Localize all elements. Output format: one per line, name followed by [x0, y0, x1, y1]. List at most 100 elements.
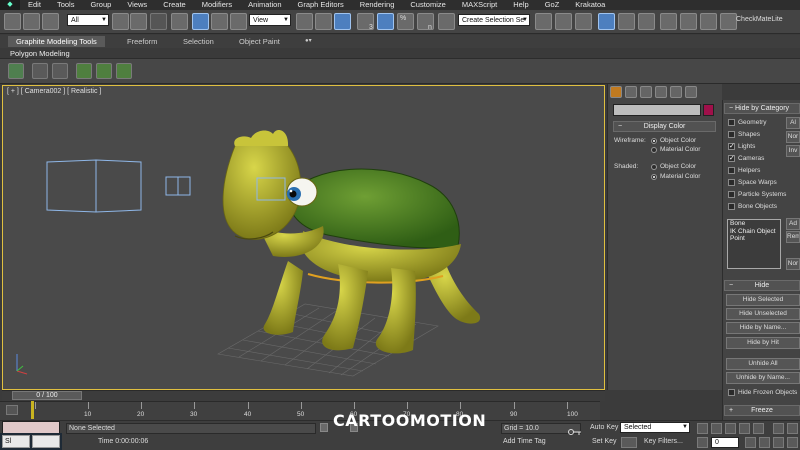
none-button[interactable]: Nor	[786, 131, 800, 143]
space-warps-checkbox[interactable]	[728, 179, 735, 186]
material-editor-icon[interactable]	[660, 13, 677, 30]
layer-manager-icon[interactable]	[575, 13, 592, 30]
display-tab-icon[interactable]	[670, 86, 682, 98]
menu-help[interactable]: Help	[505, 0, 536, 10]
render-teapot-icon[interactable]	[720, 13, 737, 30]
reference-coord-dropdown[interactable]: View ▼	[249, 14, 291, 26]
utilities-tab-icon[interactable]	[685, 86, 697, 98]
invert-button[interactable]: Inv	[786, 145, 800, 157]
undo-icon[interactable]	[4, 13, 21, 30]
window-crossing-icon[interactable]	[171, 13, 188, 30]
manipulate-icon[interactable]	[315, 13, 332, 30]
track-bar[interactable]: 10 20 30 40 50 60 70 80 90 100	[0, 401, 600, 420]
zoom-icon[interactable]	[773, 423, 784, 434]
freeze-rollout-header[interactable]: + Freeze	[724, 405, 800, 416]
select-in-layer-icon[interactable]	[76, 63, 92, 79]
add-category-button[interactable]: Ad	[786, 218, 800, 230]
hide-rollout-header[interactable]: − Hide	[724, 280, 800, 291]
select-by-name-icon[interactable]	[130, 13, 147, 30]
mirror-icon[interactable]	[535, 13, 552, 30]
motion-tab-icon[interactable]	[655, 86, 667, 98]
rendered-frame-icon[interactable]	[700, 13, 717, 30]
unhide-by-name-button[interactable]: Unhide by Name...	[726, 372, 800, 384]
hierarchy-tab-icon[interactable]	[640, 86, 652, 98]
tab-graphite-modeling-tools[interactable]: Graphite Modeling Tools	[8, 36, 105, 47]
menu-edit[interactable]: Edit	[20, 0, 49, 10]
go-to-end-icon[interactable]	[753, 423, 764, 434]
tab-selection[interactable]: Selection	[183, 37, 214, 46]
select-object-icon[interactable]	[112, 13, 129, 30]
angle-snap-icon[interactable]	[377, 13, 394, 30]
particle-systems-checkbox[interactable]	[728, 191, 735, 198]
tab-object-paint[interactable]: Object Paint	[239, 37, 280, 46]
graphite-toggle-icon[interactable]	[598, 13, 615, 30]
select-rotate-icon[interactable]	[211, 13, 228, 30]
shaded-object-color-radio[interactable]	[651, 164, 657, 170]
select-move-icon[interactable]	[192, 13, 209, 30]
maximize-viewport-icon[interactable]	[787, 437, 798, 448]
menu-animation[interactable]: Animation	[240, 0, 289, 10]
menu-goz[interactable]: GoZ	[537, 0, 568, 10]
create-tab-icon[interactable]	[610, 86, 622, 98]
wireframe-object-color-radio[interactable]	[651, 138, 657, 144]
zoom-extents-icon[interactable]	[787, 423, 798, 434]
pan-view-icon[interactable]	[759, 437, 770, 448]
all-button[interactable]: Al	[786, 117, 800, 129]
cameras-checkbox[interactable]: ✓	[728, 155, 735, 162]
lights-checkbox[interactable]: ✓	[728, 143, 735, 150]
unhide-all-button[interactable]: Unhide All	[726, 358, 800, 370]
object-color-swatch[interactable]	[703, 104, 714, 116]
menu-krakatoa[interactable]: Krakatoa	[567, 0, 613, 10]
time-config-icon[interactable]	[745, 437, 756, 448]
hide-selected-button[interactable]: Hide Selected	[726, 294, 800, 306]
object-name-field[interactable]	[613, 104, 701, 116]
menu-group[interactable]: Group	[82, 0, 119, 10]
taskbar-window-button[interactable]	[32, 435, 60, 448]
hide-unselected-button[interactable]: Hide Unselected	[726, 308, 800, 320]
schematic-view-icon[interactable]	[638, 13, 655, 30]
key-icon[interactable]	[568, 428, 582, 436]
menu-rendering[interactable]: Rendering	[352, 0, 403, 10]
wireframe-material-color-radio[interactable]	[651, 147, 657, 153]
next-frame-icon[interactable]	[739, 423, 750, 434]
polygon-modeling-label[interactable]: Polygon Modeling	[10, 49, 70, 58]
menu-graph-editors[interactable]: Graph Editors	[290, 0, 352, 10]
none-category-button[interactable]: Nor	[786, 258, 800, 270]
viewport-label[interactable]: [ + ] [ Camera002 ] [ Realistic ]	[7, 88, 101, 95]
key-mode-dropdown[interactable]: Selected ▼	[620, 422, 690, 433]
geometry-checkbox[interactable]	[728, 119, 735, 126]
display-color-rollout-header[interactable]: − Display Color	[613, 121, 716, 132]
create-layer-icon[interactable]	[32, 63, 48, 79]
key-filters-button[interactable]: Key Filters...	[644, 438, 683, 445]
playhead-marker[interactable]	[31, 401, 34, 419]
list-item[interactable]: IK Chain Object	[728, 228, 780, 236]
keyboard-shortcut-icon[interactable]	[334, 13, 351, 30]
selection-filter-dropdown[interactable]: All ▼	[67, 14, 109, 26]
hide-by-category-header[interactable]: − Hide by Category	[724, 103, 800, 114]
time-slider-handle[interactable]: 0 / 100	[12, 391, 82, 400]
track-bar-menu-icon[interactable]	[6, 405, 18, 415]
bone-objects-checkbox[interactable]	[728, 203, 735, 210]
menu-tools[interactable]: Tools	[49, 0, 83, 10]
ribbon-options-icon[interactable]: ●▾	[305, 37, 312, 44]
auto-key-button[interactable]: Auto Key	[590, 424, 618, 431]
pivot-center-icon[interactable]	[296, 13, 313, 30]
menu-maxscript[interactable]: MAXScript	[454, 0, 505, 10]
go-to-start-icon[interactable]	[697, 423, 708, 434]
camera-viewport[interactable]: [ + ] [ Camera002 ] [ Realistic ]	[2, 85, 605, 390]
set-key-button[interactable]: Set Key	[592, 438, 617, 445]
hide-frozen-checkbox[interactable]	[728, 389, 735, 396]
redo-icon[interactable]	[23, 13, 40, 30]
link-icon[interactable]	[42, 13, 59, 30]
taskbar-app-button[interactable]: Sl	[2, 435, 30, 448]
select-scale-icon[interactable]	[230, 13, 247, 30]
hide-layer-icon[interactable]	[116, 63, 132, 79]
menu-views[interactable]: Views	[119, 0, 155, 10]
named-selection-sets-input[interactable]: Create Selection Se ▼	[458, 14, 530, 26]
hide-by-name-button[interactable]: Hide by Name...	[726, 322, 800, 334]
tab-freeform[interactable]: Freeform	[127, 37, 157, 46]
play-icon[interactable]	[725, 423, 736, 434]
shapes-checkbox[interactable]	[728, 131, 735, 138]
app-logo-icon[interactable]: ◆	[0, 0, 20, 10]
shaded-material-color-radio[interactable]	[651, 174, 657, 180]
